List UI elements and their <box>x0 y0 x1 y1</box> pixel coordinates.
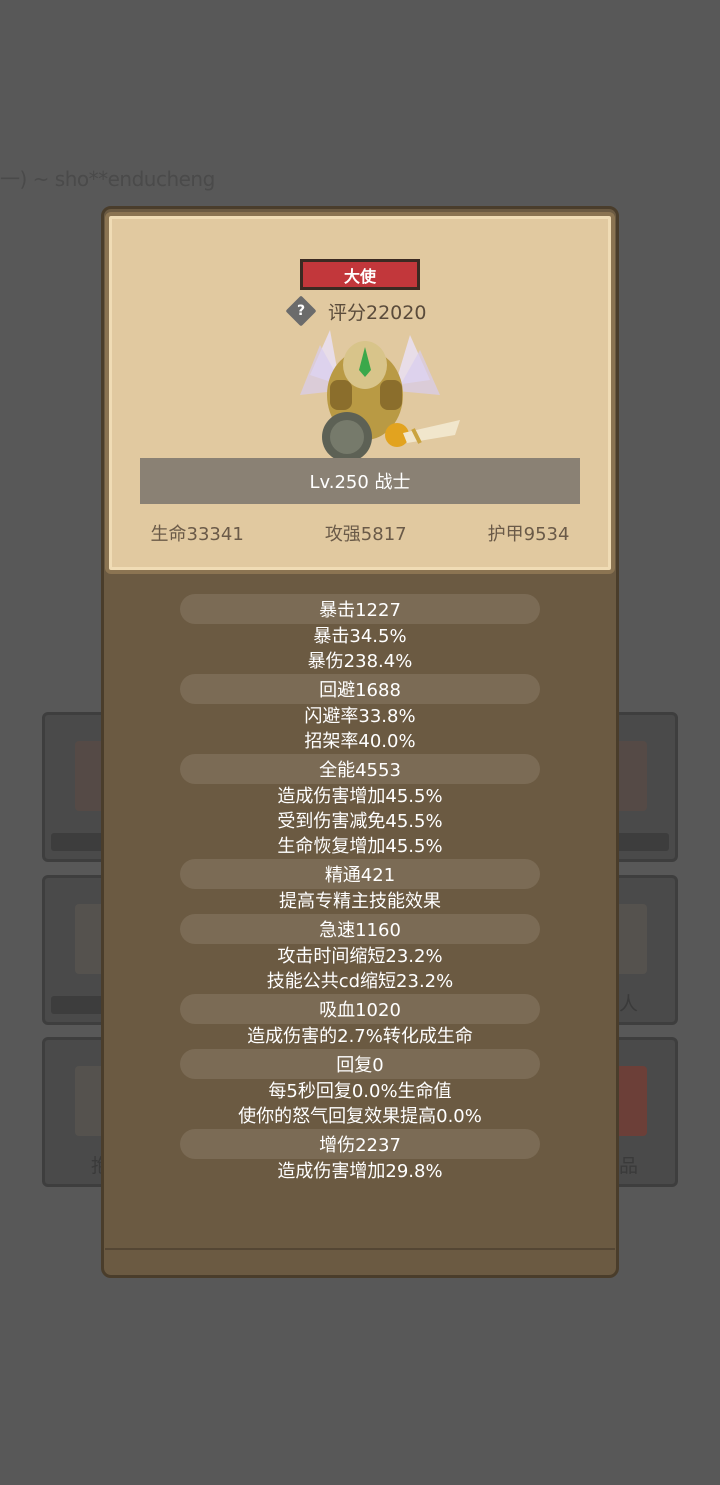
marquee-broadcast: 一) ~ sho**enducheng <box>0 167 215 191</box>
attribute-detail: 使你的怒气回复效果提高0.0% <box>238 1106 482 1127</box>
score-row: ? 评分22020 <box>285 295 427 327</box>
attribute-detail: 技能公共cd缩短23.2% <box>266 971 454 992</box>
attribute-detail: 闪避率33.8% <box>304 706 416 727</box>
attribute-header: 急速1160 <box>180 914 540 944</box>
help-icon[interactable]: ? <box>285 295 317 327</box>
attribute-detail: 生命恢复增加45.5% <box>277 836 443 857</box>
attribute-detail: 每5秒回复0.0%生命值 <box>268 1081 452 1102</box>
attribute-header: 精通421 <box>180 859 540 889</box>
attribute-detail: 招架率40.0% <box>304 731 416 752</box>
attribute-list: 暴击1227 暴击34.5% 暴伤238.4% 回避1688 闪避率33.8% 招架率40… <box>105 594 615 1184</box>
attribute-detail: 攻击时间缩短23.2% <box>277 946 443 967</box>
attack-stat: 攻强5817 <box>324 524 407 545</box>
hp-stat: 生命33341 <box>150 524 244 545</box>
attribute-detail: 提高专精主技能效果 <box>279 891 441 912</box>
attribute-detail: 暴伤238.4% <box>307 651 413 672</box>
attribute-header: 回避1688 <box>180 674 540 704</box>
attribute-detail: 造成伤害的2.7%转化成生命 <box>247 1026 473 1047</box>
attribute-header: 增伤2237 <box>180 1129 540 1159</box>
attribute-detail: 受到伤害减免45.5% <box>277 811 443 832</box>
hero-warrior-image <box>285 325 465 475</box>
panel-bottom-edge <box>105 1248 615 1278</box>
attribute-detail: 造成伤害增加45.5% <box>277 786 443 807</box>
armor-stat: 护甲9534 <box>487 524 570 545</box>
level-class-bar: Lv.250 战士 <box>140 458 580 504</box>
attribute-detail: 暴击34.5% <box>313 626 407 647</box>
attribute-header: 回复0 <box>180 1049 540 1079</box>
base-stats-row: 生命33341 攻强5817 护甲9534 <box>110 520 610 546</box>
attribute-header: 吸血1020 <box>180 994 540 1024</box>
attribute-header: 全能4553 <box>180 754 540 784</box>
score-text: 评分22020 <box>328 301 427 324</box>
attribute-header: 暴击1227 <box>180 594 540 624</box>
attribute-detail: 造成伤害增加29.8% <box>277 1161 443 1182</box>
rank-badge: 大使 <box>300 259 420 290</box>
